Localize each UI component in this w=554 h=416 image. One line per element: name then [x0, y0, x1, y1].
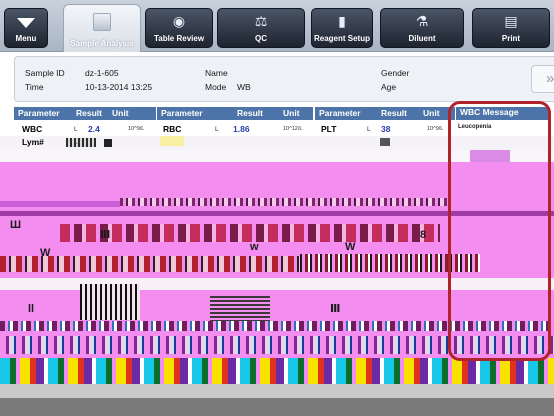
toolbar: Menu Sample Analysis ◉ Table Review ⚖ QC…: [0, 0, 554, 52]
name-label: Name: [205, 68, 228, 78]
param-plt: PLT: [321, 124, 337, 134]
glitch-glyph: W: [345, 241, 356, 253]
header-parameter: Parameter: [319, 108, 361, 118]
double-chevron-right-icon: »: [546, 70, 554, 87]
glitch-glyph: Ⅲ: [330, 303, 341, 315]
scale-icon: ⚖: [254, 13, 268, 29]
glitch-glyph: ll: [28, 303, 35, 315]
age-label: Age: [381, 82, 397, 92]
param-wbc: WBC: [22, 124, 43, 134]
result-plt: 38: [381, 124, 391, 134]
header-parameter: Parameter: [18, 108, 60, 118]
flag-low: L: [74, 126, 78, 133]
sample-id-label: Sample ID: [25, 68, 65, 78]
table-header-3: Parameter Result Unit: [315, 107, 455, 120]
reagent-setup-button[interactable]: ▮ Reagent Setup: [311, 8, 373, 48]
unit-rbc: 10^12/L: [283, 126, 303, 132]
header-parameter: Parameter: [161, 108, 203, 118]
menu-icon: [17, 18, 35, 28]
time-value: 10-13-2014 13:25: [85, 82, 153, 92]
glitch-glyph: 8: [420, 229, 427, 241]
sample-info-panel: Sample ID dz-1-605 Time 10-13-2014 13:25…: [14, 56, 554, 102]
sample-analysis-icon: [93, 13, 111, 31]
header-result: Result: [237, 108, 263, 118]
glitch-block: [0, 358, 554, 384]
table-row: RBC L 1.86 10^12/L: [157, 122, 313, 136]
time-label: Time: [25, 82, 44, 92]
sample-id-value: dz-1-605: [85, 68, 119, 78]
header-result: Result: [381, 108, 407, 118]
glitch-glyph: w: [250, 241, 259, 253]
glitch-glyph: Ⅲ: [100, 229, 111, 241]
table-row: PLT L 38 10^9/L: [315, 122, 455, 136]
print-button[interactable]: ▤ Print: [472, 8, 550, 48]
qc-button[interactable]: ⚖ QC: [217, 8, 305, 48]
reagent-setup-label: Reagent Setup: [313, 34, 370, 43]
header-unit: Unit: [283, 108, 300, 118]
glitch-glyph: Ш: [10, 219, 22, 231]
flag-low: L: [74, 139, 78, 146]
flag-low: L: [367, 126, 371, 133]
diluent-label: Diluent: [408, 34, 436, 43]
table-header-2: Parameter Result Unit: [157, 107, 313, 120]
header-result: Result: [76, 108, 102, 118]
glitch-block: [0, 201, 120, 207]
status-bar: [0, 398, 554, 416]
param-lym: Lym#: [22, 137, 44, 147]
expand-button[interactable]: »: [531, 65, 554, 93]
glitch-glyph: W: [40, 247, 51, 259]
table-row: Lym# L: [14, 135, 156, 149]
unit-plt: 10^9/L: [427, 126, 444, 132]
param-rbc: RBC: [163, 124, 182, 134]
result-rbc: 1.86: [233, 124, 250, 134]
glitch-block: [0, 384, 554, 398]
glitch-block: [60, 224, 440, 242]
table-header-1: Parameter Result Unit: [14, 107, 156, 120]
printer-icon: ▤: [504, 13, 518, 29]
print-label: Print: [501, 34, 521, 43]
flag-low: L: [215, 126, 219, 133]
table-review-icon: ◉: [172, 13, 186, 29]
result-wbc: 2.4: [88, 124, 100, 134]
menu-button[interactable]: Menu: [4, 8, 48, 48]
diluent-button[interactable]: ⚗ Diluent: [380, 8, 464, 48]
table-row: WBC L 2.4 10^9/L: [14, 122, 156, 136]
glitch-block: [80, 284, 140, 320]
highlight-annotation: [448, 101, 551, 361]
glitch-block: [120, 198, 450, 206]
sample-analysis-label: Sample Analysis: [70, 39, 134, 48]
reagent-icon: ▮: [338, 13, 346, 29]
table-review-label: Table Review: [153, 34, 205, 43]
gender-label: Gender: [381, 68, 410, 78]
menu-label: Menu: [15, 34, 37, 43]
mode-value: WB: [237, 82, 251, 92]
header-unit: Unit: [112, 108, 129, 118]
glitch-block: [380, 138, 390, 146]
table-review-button[interactable]: ◉ Table Review: [145, 8, 213, 48]
qc-label: QC: [255, 34, 267, 43]
unit-wbc: 10^9/L: [128, 126, 145, 132]
tab-sample-analysis[interactable]: Sample Analysis: [63, 4, 141, 52]
mode-label: Mode: [205, 82, 227, 92]
glitch-block: [160, 136, 184, 146]
header-unit: Unit: [423, 108, 440, 118]
diluent-icon: ⚗: [415, 13, 429, 29]
